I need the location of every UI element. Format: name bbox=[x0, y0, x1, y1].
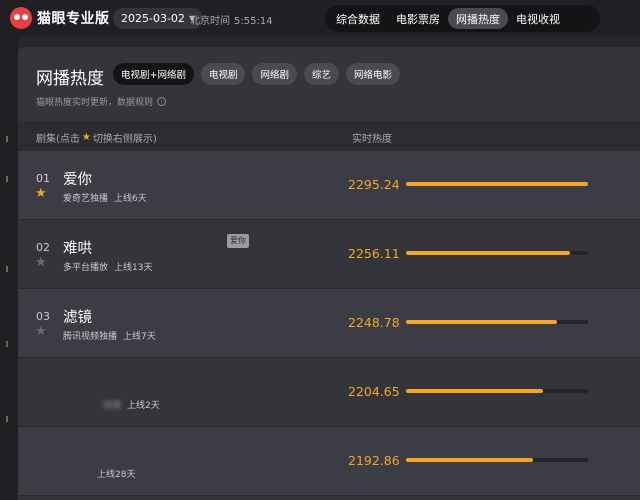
heat-value: 2248.78 bbox=[348, 315, 400, 330]
tab-tv-ratings[interactable]: 电视收视 bbox=[508, 8, 568, 29]
chip-web-movie[interactable]: 网络电影 bbox=[346, 63, 401, 85]
heat-bar bbox=[406, 389, 588, 393]
category-chips: 电视剧+网络剧 电视剧 网络剧 综艺 网络电影 bbox=[113, 63, 401, 85]
star-icon[interactable]: ★ bbox=[35, 324, 47, 339]
heat-value: 2256.11 bbox=[348, 246, 400, 261]
info-icon[interactable]: i bbox=[157, 97, 167, 106]
clock: 北京时间 5:55:14 bbox=[190, 12, 277, 27]
web-heat-panel: 网播热度 电视剧+网络剧 电视剧 网络剧 综艺 网络电影 猫眼热度实时更新，数据… bbox=[18, 47, 640, 500]
tab-web-heat[interactable]: 网播热度 bbox=[448, 8, 508, 29]
show-title[interactable]: 爱你 bbox=[63, 168, 92, 189]
tab-overall-data[interactable]: 综合数据 bbox=[328, 8, 388, 29]
online-days: 上线28天 bbox=[97, 470, 136, 480]
platform: 腾讯视频独播 bbox=[63, 332, 118, 342]
show-title[interactable]: 滤镜 bbox=[63, 306, 92, 327]
rank: 03 bbox=[36, 310, 50, 323]
show-meta: 爱奇艺独播 上线6天 bbox=[63, 191, 153, 204]
ranking-list: 01 爱你 ★ 爱奇艺独播 上线6天 2295.24 02 难哄 ★ 多平台播放上… bbox=[18, 151, 640, 496]
nav-tabs: 综合数据 电影票房 网播热度 电视收视 bbox=[325, 5, 600, 32]
heat-bar-fill bbox=[406, 389, 543, 393]
tooltip: 爱你 bbox=[227, 234, 249, 248]
chip-variety[interactable]: 综艺 bbox=[304, 63, 340, 85]
online-days: 上线13天 bbox=[114, 263, 153, 273]
cat-eye-logo-icon bbox=[10, 7, 32, 29]
heat-value: 2295.24 bbox=[348, 177, 400, 192]
show-meta: 腾讯视频独播 上线7天 bbox=[63, 329, 162, 342]
column-header-name-prefix: 剧集(点击 bbox=[36, 134, 80, 145]
chip-tv-plus-web[interactable]: 电视剧+网络剧 bbox=[113, 63, 194, 85]
heat-bar bbox=[406, 458, 588, 462]
top-bar: 猫眼专业版 2025-03-02 ▼ 北京时间 5:55:14 综合数据 电影票房… bbox=[0, 0, 640, 36]
table-row[interactable]: 独播 上线2天 2204.65 bbox=[18, 358, 640, 427]
panel-title: 网播热度 bbox=[36, 69, 104, 89]
online-days: 上线6天 bbox=[114, 194, 147, 204]
star-icon[interactable]: ★ bbox=[35, 186, 47, 201]
show-title[interactable]: 难哄 bbox=[63, 237, 92, 258]
table-row[interactable]: 01 爱你 ★ 爱奇艺独播 上线6天 2295.24 bbox=[18, 151, 640, 220]
column-header-name-suffix: 切换右侧展示) bbox=[92, 134, 157, 145]
show-meta: 上线28天 bbox=[63, 467, 141, 480]
clock-label: 北京时间 bbox=[190, 16, 230, 27]
online-days: 上线7天 bbox=[123, 332, 156, 342]
column-header-name: 剧集(点击 ★ 切换右侧展示) bbox=[36, 130, 157, 145]
table-row[interactable]: 02 难哄 ★ 多平台播放 上线13天 2256.11 bbox=[18, 220, 640, 289]
column-header-heat: 实时热度 bbox=[352, 134, 392, 145]
chip-tv-drama[interactable]: 电视剧 bbox=[200, 63, 246, 85]
heat-bar bbox=[406, 182, 588, 186]
table-row[interactable]: 上线28天 2192.86 bbox=[18, 427, 640, 496]
heat-bar-fill bbox=[406, 320, 558, 324]
update-note-text: 猫眼热度实时更新，数据规则 bbox=[36, 98, 154, 108]
show-meta: 多平台播放 上线13天 bbox=[63, 260, 158, 273]
platform: 爱奇艺独播 bbox=[63, 194, 109, 204]
heat-value: 2192.86 bbox=[348, 453, 400, 468]
logo-text: 猫眼专业版 bbox=[37, 11, 110, 27]
show-meta: 独播 上线2天 bbox=[63, 398, 166, 411]
online-days: 上线2天 bbox=[127, 401, 160, 411]
tab-box-office[interactable]: 电影票房 bbox=[388, 8, 448, 29]
star-icon[interactable]: ★ bbox=[35, 255, 47, 270]
heat-bar-fill bbox=[406, 251, 570, 255]
heat-bar bbox=[406, 320, 588, 324]
left-edge-strip bbox=[0, 36, 18, 500]
rank: 01 bbox=[36, 172, 50, 185]
table-header: 剧集(点击 ★ 切换右侧展示) 实时热度 bbox=[18, 121, 640, 151]
date-value: 2025-03-02 bbox=[121, 12, 185, 25]
heat-bar-fill bbox=[406, 182, 588, 186]
table-row[interactable]: 03 滤镜 ★ 腾讯视频独播 上线7天 2248.78 bbox=[18, 289, 640, 358]
star-icon: ★ bbox=[81, 132, 91, 143]
app-logo[interactable]: 猫眼专业版 bbox=[10, 7, 110, 29]
rank: 02 bbox=[36, 241, 50, 254]
heat-bar-fill bbox=[406, 458, 534, 462]
platform: 多平台播放 bbox=[63, 263, 109, 273]
chip-web-drama[interactable]: 网络剧 bbox=[252, 63, 297, 85]
platform: 独播 bbox=[103, 401, 122, 411]
clock-time: 5:55:14 bbox=[234, 16, 273, 27]
update-note: 猫眼热度实时更新，数据规则 i bbox=[36, 95, 167, 108]
heat-value: 2204.65 bbox=[348, 384, 400, 399]
heat-bar bbox=[406, 251, 588, 255]
